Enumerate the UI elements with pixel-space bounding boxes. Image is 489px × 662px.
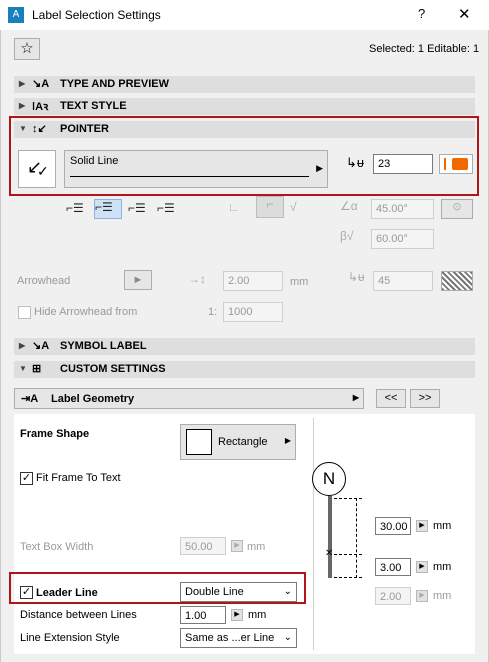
favorites-button[interactable]: ☆ xyxy=(14,38,40,60)
symbol-label-icon: ↘A xyxy=(32,340,50,352)
dim2-unit: mm xyxy=(433,561,452,573)
distance-arrow[interactable]: ▶ xyxy=(231,609,243,621)
distance-unit: mm xyxy=(248,609,267,621)
custom-settings-icon: ⊞ xyxy=(32,363,42,375)
lock-angle-button[interactable]: ⊙ xyxy=(441,199,473,219)
dim1-input[interactable]: 30.00 xyxy=(375,517,411,535)
close-button[interactable]: ✕ xyxy=(458,5,471,23)
text-box-width-label: Text Box Width xyxy=(20,541,94,553)
angle-beta-input[interactable]: 60.00° xyxy=(371,229,434,249)
dim2-arrow[interactable]: ▶ xyxy=(416,561,428,573)
arrowhead-size-icon: →↕ xyxy=(188,272,206,286)
fit-frame-label: Fit Frame To Text xyxy=(36,472,121,484)
preview-leader-line xyxy=(328,496,332,578)
distance-label: Distance between Lines xyxy=(20,609,137,621)
leader-line-select[interactable]: Double Line ⌄ xyxy=(180,582,297,602)
chevron-down-icon: ⌄ xyxy=(283,586,292,597)
geometry-icon: ⇥A xyxy=(21,393,39,405)
text-box-width-input[interactable]: 50.00 xyxy=(180,537,226,555)
preview-dim-tick-top xyxy=(334,498,362,499)
arrowhead-pen-input[interactable]: 45 xyxy=(373,271,433,291)
section-pointer[interactable]: ▼ ↕↙ POINTER xyxy=(14,121,475,138)
rectangle-shape-icon xyxy=(186,429,212,455)
label-geometry-selector[interactable]: ⇥A Label Geometry ▶ xyxy=(14,388,364,409)
preview-circle: N xyxy=(312,462,346,496)
arrowhead-icon: ► xyxy=(132,274,144,286)
lock-icon: ⊙ xyxy=(452,201,462,213)
selection-status: Selected: 1 Editable: 1 xyxy=(369,43,480,55)
anchor-underline-icon[interactable]: ⌐☰ xyxy=(157,201,181,219)
dim3-input[interactable]: 2.00 xyxy=(375,587,411,605)
expand-arrow-icon: ▶ xyxy=(19,101,26,110)
preview-dim-line xyxy=(356,498,357,578)
arrowhead-pen-color[interactable] xyxy=(441,271,473,291)
leader-spline-icon[interactable]: √ xyxy=(290,200,297,214)
section-symbol-label[interactable]: ▶ ↘A SYMBOL LABEL xyxy=(14,338,475,355)
chevron-right-icon: ▶ xyxy=(284,436,291,445)
angle-alpha-icon: ∠α xyxy=(340,199,358,213)
preview-x-marker: ✕ xyxy=(325,548,334,559)
preview-dim-tick-mid xyxy=(334,554,362,555)
app-icon: A xyxy=(8,7,24,23)
pointer-shape-button[interactable]: ↙ ✓ xyxy=(18,150,56,188)
panel-divider xyxy=(313,418,314,650)
leader-straight-icon[interactable]: ∟ xyxy=(228,200,240,214)
dim1-arrow[interactable]: ▶ xyxy=(416,520,428,532)
collapse-arrow-icon: ▼ xyxy=(19,364,27,373)
next-page-button[interactable]: >> xyxy=(410,389,440,408)
pen-number-input[interactable]: 23 xyxy=(373,154,433,174)
leader-line-checkbox[interactable]: ✓ xyxy=(20,586,33,599)
preview-dim-tick-bot xyxy=(334,577,362,578)
chevron-right-icon: ▶ xyxy=(316,163,323,173)
hide-arrowhead-label: Hide Arrowhead from xyxy=(34,306,138,318)
arrowhead-label: Arrowhead xyxy=(17,275,71,287)
anchor-top-icon[interactable]: ⌐☰ xyxy=(66,201,90,219)
prev-page-button[interactable]: << xyxy=(376,389,406,408)
scale-input[interactable]: 1000 xyxy=(223,302,283,322)
ext-style-select[interactable]: Same as ...er Line ⌄ xyxy=(180,628,297,648)
star-icon: ☆ xyxy=(20,40,34,57)
ext-style-label: Line Extension Style xyxy=(20,632,120,644)
pointer-icon: ↕↙ xyxy=(32,123,47,135)
arrowhead-pen-icon: ↳ᵾ xyxy=(348,270,365,284)
text-style-icon: ǀAꝛ xyxy=(32,101,49,113)
expand-arrow-icon: ▶ xyxy=(19,341,26,350)
collapse-arrow-icon: ▼ xyxy=(19,124,27,133)
arrowhead-size-input[interactable]: 2.00 xyxy=(223,271,283,291)
expand-arrow-icon: ▶ xyxy=(19,79,26,88)
type-preview-icon: ↘A xyxy=(32,78,50,90)
chevron-right-icon: ▶ xyxy=(352,393,359,402)
section-custom-settings[interactable]: ▼ ⊞ CUSTOM SETTINGS xyxy=(14,361,475,378)
anchor-bottom-icon[interactable]: ⌐☰ xyxy=(128,201,152,219)
line-type-selector[interactable]: Solid Line ▶ xyxy=(64,150,328,188)
arrowhead-size-unit: mm xyxy=(290,276,309,288)
pen-color-button[interactable] xyxy=(439,154,473,174)
frame-shape-selector[interactable]: Rectangle ▶ xyxy=(180,424,296,460)
chevron-down-icon: ⌄ xyxy=(283,632,292,643)
text-box-width-unit: mm xyxy=(247,541,266,553)
angle-alpha-input[interactable]: 45.00° xyxy=(371,199,434,219)
dim3-arrow[interactable]: ▶ xyxy=(416,590,428,602)
anchor-middle-icon[interactable]: ⌐☰ xyxy=(94,199,122,219)
angle-beta-icon: β√ xyxy=(340,229,354,243)
dim1-unit: mm xyxy=(433,520,452,532)
arrowhead-type-button[interactable]: ► xyxy=(124,270,152,290)
section-text-style[interactable]: ▶ ǀAꝛ TEXT STYLE xyxy=(14,98,475,115)
leader-line-label: Leader Line xyxy=(36,587,98,599)
pen-icon: ↳ᵾ xyxy=(346,155,365,170)
hide-arrowhead-checkbox[interactable] xyxy=(18,306,31,319)
check-mark-icon: ✓ xyxy=(37,163,49,179)
distance-input[interactable]: 1.00 xyxy=(180,606,226,624)
text-box-width-arrow[interactable]: ▶ xyxy=(231,540,243,552)
help-button[interactable]: ? xyxy=(418,6,425,21)
section-type-preview[interactable]: ▶ ↘A TYPE AND PREVIEW xyxy=(14,76,475,93)
line-sample xyxy=(70,176,309,177)
scale-prefix: 1: xyxy=(208,306,218,318)
dim3-unit: mm xyxy=(433,590,452,602)
dim2-input[interactable]: 3.00 xyxy=(375,558,411,576)
leader-curved-icon[interactable]: ⌐ xyxy=(256,196,284,218)
fit-frame-checkbox[interactable]: ✓ xyxy=(20,472,33,485)
window-title: Label Selection Settings xyxy=(32,8,161,22)
frame-shape-label: Frame Shape xyxy=(20,428,90,440)
